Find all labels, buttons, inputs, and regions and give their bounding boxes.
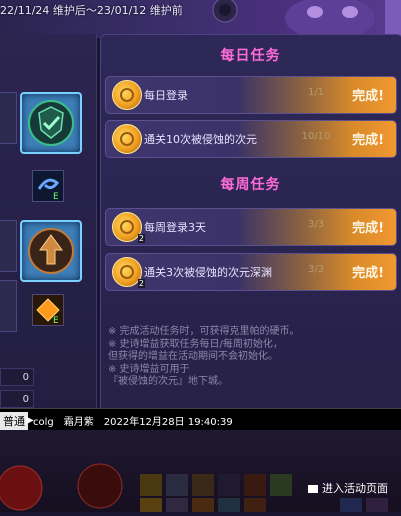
diamond-icon: E xyxy=(33,295,63,326)
task-complete-status: 完成! xyxy=(352,266,384,281)
window-icon xyxy=(308,485,318,493)
task-complete-status: 完成! xyxy=(352,89,384,104)
epic-buff-arrow-slot[interactable] xyxy=(20,220,82,282)
epic-buff-shield-slot[interactable] xyxy=(20,92,82,154)
task-row[interactable]: 2 每周登录3天 3/3 完成! xyxy=(105,208,397,246)
task-label: 每周登录3天 xyxy=(144,221,206,234)
coin-icon xyxy=(112,80,142,110)
note-line: ※ 史诗增益可用于 xyxy=(108,363,190,375)
value-field: 0 xyxy=(0,390,34,408)
event-date-text: 22/11/24 维护后～23/01/12 维护前 xyxy=(0,4,183,17)
enter-event-page-label: 进入活动页面 xyxy=(322,482,388,495)
task-row[interactable]: 通关10次被侵蚀的次元 10/10 完成! xyxy=(105,120,397,158)
gem-buff-slot[interactable]: E xyxy=(32,294,64,326)
svg-text:E: E xyxy=(53,316,59,325)
coin-count-badge: 2 xyxy=(137,234,145,243)
chat-channel-selector[interactable]: 普通 xyxy=(0,412,28,430)
left-buff-panel: E E 0 0 0 xyxy=(0,34,97,434)
skill-slots-icon xyxy=(0,463,388,512)
event-notes: ※ 完成活动任务时，可获得克里帕的硬币。 ※ 史诗增益获取任务每日/每周初始化，… xyxy=(108,326,398,389)
chat-watermark-text: colg 霜月紫 2022年12月28日 19:40:39 xyxy=(33,413,233,428)
shield-check-icon xyxy=(28,100,74,146)
task-label: 每日登录 xyxy=(144,89,188,102)
arrow-up-icon xyxy=(28,228,74,274)
buff-slot-cell xyxy=(0,280,17,332)
note-line: ※ 完成活动任务时，可获得克里帕的硬币。 xyxy=(108,326,300,337)
source-label: colg xyxy=(33,417,54,428)
coin-icon: 2 xyxy=(112,257,145,288)
coin-icon xyxy=(112,124,142,154)
task-label: 通关3次被侵蚀的次元深渊 xyxy=(144,266,272,279)
buff-slot-cell xyxy=(0,220,17,272)
task-complete-status: 完成! xyxy=(352,221,384,236)
task-label: 通关10次被侵蚀的次元 xyxy=(144,133,257,146)
timestamp: 2022年12月28日 19:40:39 xyxy=(103,417,233,428)
event-date-banner: 22/11/24 维护后～23/01/12 维护前 xyxy=(0,0,401,40)
task-progress: 3/3 xyxy=(307,264,325,275)
note-line: ※ 史诗增益获取任务每日/每周初始化， xyxy=(108,338,283,350)
task-row[interactable]: 每日登录 1/1 完成! xyxy=(105,76,397,114)
task-row[interactable]: 2 通关3次被侵蚀的次元深渊 3/3 完成! xyxy=(105,253,397,291)
enter-event-page-button[interactable]: 进入活动页面 xyxy=(308,480,388,496)
task-complete-status: 完成! xyxy=(352,133,384,148)
daily-tasks-title: 每日任务 xyxy=(220,48,281,64)
value-field: 0 xyxy=(0,368,34,386)
coin-icon: 2 xyxy=(112,212,145,243)
skill-hotbar xyxy=(0,430,401,512)
task-progress: 3/3 xyxy=(307,219,325,230)
task-progress: 1/1 xyxy=(307,87,325,98)
user-name: 霜月紫 xyxy=(63,417,94,428)
chat-input-bar[interactable]: 普通 ▶ colg 霜月紫 2022年12月28日 19:40:39 xyxy=(0,408,401,431)
note-line: 但获得的增益在活动期间不会初始化。 xyxy=(108,351,278,362)
svg-text:E: E xyxy=(53,192,59,201)
buff-slot-cell xyxy=(0,92,17,144)
note-line: 『被侵蚀的次元』地下城。 xyxy=(108,376,228,387)
task-progress: 10/10 xyxy=(301,131,331,142)
swirl-icon: E xyxy=(33,171,63,202)
weekly-tasks-title: 每周任务 xyxy=(220,177,281,193)
swirl-buff-slot[interactable]: E xyxy=(32,170,64,202)
coin-count-badge: 2 xyxy=(137,279,145,288)
